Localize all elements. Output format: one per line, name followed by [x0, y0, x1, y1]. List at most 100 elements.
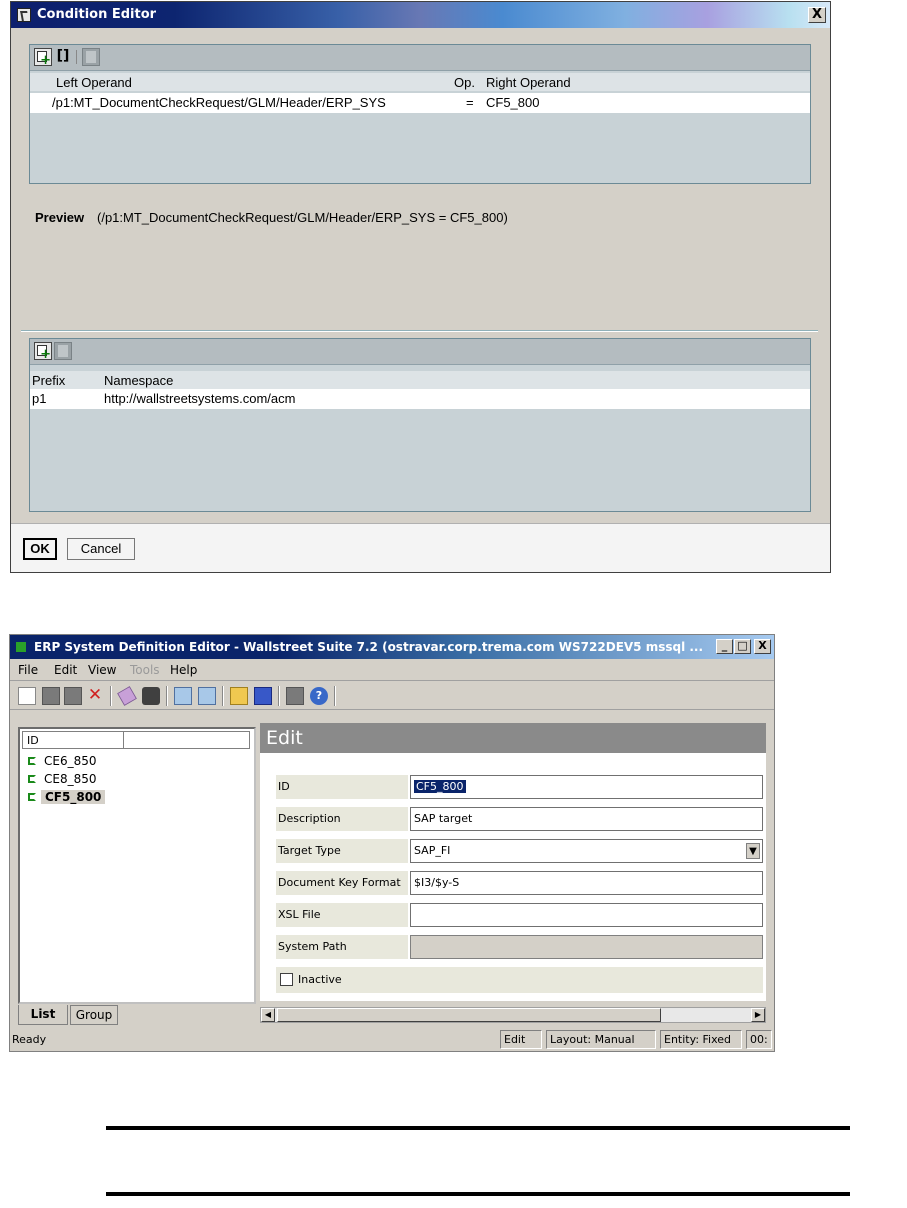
new-document-icon[interactable]	[18, 687, 36, 705]
menu-view[interactable]: View	[88, 663, 116, 677]
list-item-label: CF5_800	[41, 790, 106, 804]
conditions-header: Left Operand Op. Right Operand	[30, 73, 810, 91]
inactive-label[interactable]: Inactive	[298, 973, 342, 986]
erp-editor-window: ERP System Definition Editor - Wallstree…	[9, 634, 775, 1052]
toolbar-separator	[166, 686, 168, 706]
status-zoom: 00:	[746, 1030, 772, 1049]
edit-form: ID CF5_800 Description SAP target Target…	[260, 753, 766, 1001]
erp-editor-titlebar[interactable]: ERP System Definition Editor - Wallstree…	[10, 635, 774, 659]
left-operand-cell[interactable]: /p1:MT_DocumentCheckRequest/GLM/Header/E…	[52, 95, 386, 110]
close-button[interactable]: X	[754, 639, 771, 654]
document-key-format-field[interactable]: $I3/$y-S	[410, 871, 763, 895]
horizontal-scrollbar[interactable]: ◀ ▶	[260, 1007, 766, 1023]
delete-icon[interactable]: ✕	[86, 687, 104, 705]
op-cell[interactable]: =	[466, 95, 474, 110]
menu-edit[interactable]: Edit	[54, 663, 77, 677]
xsl-file-field[interactable]	[410, 903, 763, 927]
bracket-icon[interactable]: []	[54, 48, 72, 66]
prefix-header: Prefix	[32, 373, 66, 388]
window-icon	[17, 8, 31, 22]
entity-icon	[28, 757, 36, 765]
menu-tools[interactable]: Tools	[130, 663, 160, 677]
delete-condition-icon[interactable]	[82, 48, 100, 66]
main-toolbar: ✕ ?	[10, 682, 774, 710]
menu-bar: File Edit View Tools Help	[10, 659, 774, 681]
condition-row[interactable]: /p1:MT_DocumentCheckRequest/GLM/Header/E…	[30, 93, 810, 113]
splitter[interactable]	[21, 330, 818, 332]
cancel-button[interactable]: Cancel	[67, 538, 135, 560]
menu-help[interactable]: Help	[170, 663, 197, 677]
right-operand-cell[interactable]: CF5_800	[486, 95, 539, 110]
toolbar-separator	[278, 686, 280, 706]
entity-icon	[28, 775, 36, 783]
column-divider[interactable]	[123, 732, 124, 748]
condition-editor-window: Condition Editor X [] Left Operand Op. R…	[10, 1, 831, 573]
app-icon	[16, 642, 26, 652]
list-item-label: CE6_850	[44, 754, 97, 768]
tab-list[interactable]: List	[18, 1005, 68, 1025]
scroll-right-icon[interactable]: ▶	[751, 1008, 765, 1022]
add-namespace-icon[interactable]	[34, 342, 52, 362]
conditions-toolbar: []	[30, 45, 810, 71]
list-item-label: CE8_850	[44, 772, 97, 786]
prefix-cell[interactable]: p1	[32, 391, 46, 406]
list-tabs: List Group	[18, 1005, 258, 1027]
namespace-header: Namespace	[104, 373, 174, 388]
properties-icon[interactable]	[254, 687, 272, 705]
status-bar: Ready Edit Layout: Manual Entity: Fixed …	[10, 1029, 774, 1051]
list-header[interactable]: ID	[22, 731, 250, 749]
chevron-down-icon[interactable]: ▼	[746, 843, 760, 859]
system-path-label: System Path	[276, 935, 408, 959]
horizontal-rule	[106, 1126, 850, 1130]
close-button[interactable]: X	[808, 7, 826, 23]
layout-icon[interactable]	[198, 687, 216, 705]
target-type-select[interactable]: SAP_FI ▼	[410, 839, 763, 863]
status-layout: Layout: Manual	[546, 1030, 656, 1049]
document-key-format-label: Document Key Format	[276, 871, 408, 895]
menu-file[interactable]: File	[18, 663, 38, 677]
inactive-row: Inactive	[276, 967, 763, 993]
open-folder-icon[interactable]	[230, 687, 248, 705]
target-type-label: Target Type	[276, 839, 408, 863]
inactive-checkbox[interactable]	[280, 973, 293, 986]
scroll-thumb[interactable]	[277, 1008, 661, 1022]
add-condition-icon[interactable]	[34, 48, 52, 68]
window-title: ERP System Definition Editor - Wallstree…	[34, 640, 704, 654]
scroll-left-icon[interactable]: ◀	[261, 1008, 275, 1022]
tab-group[interactable]: Group	[70, 1005, 118, 1025]
right-operand-header: Right Operand	[486, 75, 571, 90]
id-label: ID	[276, 775, 408, 799]
preview-label: Preview	[35, 210, 85, 225]
help-icon[interactable]: ?	[310, 687, 328, 705]
toolbar-separator	[110, 686, 112, 706]
description-field[interactable]: SAP target	[410, 807, 763, 831]
save-icon[interactable]	[42, 687, 60, 705]
edit-panel-header: Edit	[260, 723, 766, 753]
toolbar-separator	[334, 686, 336, 706]
entity-list: ID CE6_850 CE8_850 CF5_800	[18, 727, 256, 1004]
op-header: Op.	[454, 75, 475, 90]
namespace-cell[interactable]: http://wallstreetsystems.com/acm	[104, 391, 295, 406]
id-column-header[interactable]: ID	[27, 734, 39, 747]
condition-editor-titlebar[interactable]: Condition Editor X	[11, 2, 830, 28]
namespace-row[interactable]: p1 http://wallstreetsystems.com/acm	[30, 389, 810, 409]
id-field[interactable]: CF5_800	[410, 775, 763, 799]
left-operand-header: Left Operand	[56, 75, 132, 90]
save-as-icon[interactable]	[64, 687, 82, 705]
stop-icon[interactable]	[286, 687, 304, 705]
maximize-button[interactable]: □	[734, 639, 751, 654]
eraser-icon[interactable]	[117, 686, 137, 706]
dialog-button-bar: OK Cancel	[11, 523, 830, 572]
system-path-field	[410, 935, 763, 959]
find-icon[interactable]	[142, 687, 160, 705]
namespaces-toolbar	[30, 339, 810, 365]
status-mode: Edit	[500, 1030, 542, 1049]
ok-button[interactable]: OK	[23, 538, 57, 560]
delete-namespace-icon[interactable]	[54, 342, 72, 360]
target-type-value: SAP_FI	[414, 844, 451, 857]
id-value: CF5_800	[414, 780, 466, 793]
window-icon[interactable]	[174, 687, 192, 705]
entity-icon	[28, 793, 36, 801]
status-entity: Entity: Fixed	[660, 1030, 742, 1049]
minimize-button[interactable]: _	[716, 639, 733, 654]
